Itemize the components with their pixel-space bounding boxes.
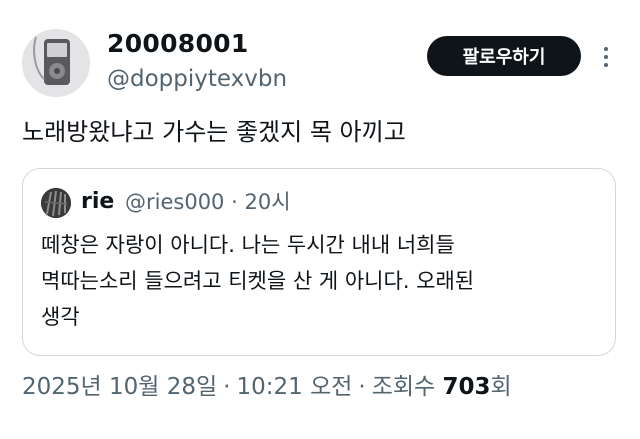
tweet-date[interactable]: 2025년 10월 28일: [22, 374, 217, 400]
quoted-meta-separator: ·: [231, 190, 238, 214]
views-count: 703: [442, 374, 491, 400]
meta-separator: ·: [223, 374, 231, 400]
quoted-tweet-time: 20시: [244, 190, 291, 214]
tweet-text: 노래방왔냐고 가수는 좋겠지 목 아끼고: [22, 118, 406, 146]
author-display-name[interactable]: 20008001: [107, 29, 249, 59]
author-avatar[interactable]: [22, 29, 90, 97]
tweet-card: 20008001 @doppiytexvbn 팔로우하기 노래방왔냐고 가수는 …: [0, 0, 640, 439]
follow-button[interactable]: 팔로우하기: [427, 36, 581, 76]
more-options-icon[interactable]: [596, 42, 616, 72]
views-suffix: 회: [490, 374, 512, 400]
quoted-author-name: rie: [81, 189, 115, 214]
views-label: 조회수: [371, 374, 436, 400]
author-handle[interactable]: @doppiytexvbn: [107, 64, 287, 94]
quoted-tweet-meta: @ries000 · 20시: [125, 186, 291, 218]
quoted-body-line: 생각: [41, 305, 80, 329]
quoted-avatar-icon: [41, 188, 71, 218]
quoted-body-line: 멱따는소리 들으려고 티켓을 산 게 아니다. 오래된: [41, 269, 475, 293]
quoted-body-line: 떼창은 자랑이 아니다. 나는 두시간 내내 너희들: [41, 233, 455, 257]
quoted-tweet-body: 떼창은 자랑이 아니다. 나는 두시간 내내 너희들 멱따는소리 들으려고 티켓…: [41, 227, 601, 335]
meta-separator: ·: [358, 374, 366, 400]
tweet-timestamp: 2025년 10월 28일 · 10:21 오전 · 조회수 703회: [22, 371, 512, 403]
ipod-avatar-icon: [22, 29, 90, 97]
tweet-time[interactable]: 10:21 오전: [236, 374, 352, 400]
quoted-author-avatar[interactable]: [41, 188, 71, 218]
quoted-author-handle: @ries000: [125, 190, 225, 214]
quoted-tweet-card[interactable]: rie @ries000 · 20시 떼창은 자랑이 아니다. 나는 두시간 내…: [22, 168, 616, 356]
